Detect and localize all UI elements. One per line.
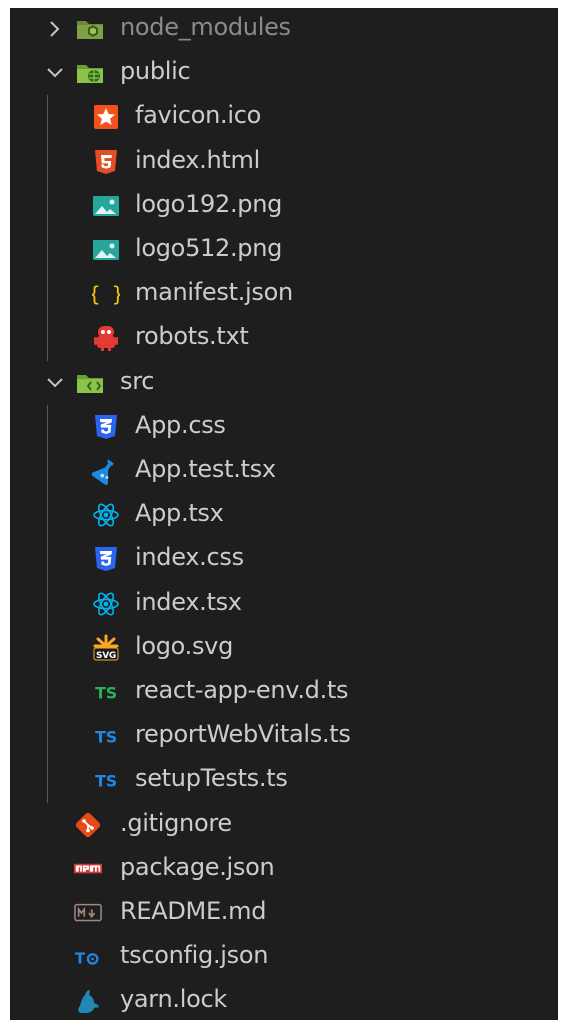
robot-icon — [92, 324, 120, 352]
file-row-index-html[interactable]: index.html — [10, 140, 558, 184]
typescript-icon: TS — [92, 766, 120, 794]
file-row-package-json[interactable]: package.json — [10, 847, 558, 891]
image-icon — [92, 236, 120, 264]
file-row-yarn-lock[interactable]: yarn.lock — [10, 979, 558, 1020]
chevron-down-icon[interactable] — [44, 372, 66, 394]
chevron-down-icon[interactable] — [44, 62, 66, 84]
file-row-robots-txt[interactable]: robots.txt — [10, 316, 558, 360]
file-row-reportwebvitals-ts[interactable]: TS reportWebVitals.ts — [10, 714, 558, 758]
svg-text:T: T — [75, 950, 86, 968]
favicon-icon — [92, 103, 120, 131]
yarn-icon — [74, 987, 102, 1015]
git-icon — [74, 811, 102, 839]
file-name: react-app-env.d.ts — [135, 676, 349, 704]
css3-icon — [92, 545, 120, 573]
folder-name: node_modules — [120, 13, 291, 41]
file-name: reportWebVitals.ts — [135, 720, 351, 749]
file-row-logo192-png[interactable]: logo192.png — [10, 184, 558, 228]
file-row-manifest-json[interactable]: { } manifest.json — [10, 272, 558, 316]
image-icon — [92, 192, 120, 220]
folder-public-icon — [76, 59, 104, 87]
file-name: App.test.tsx — [135, 455, 276, 483]
file-row-favicon-ico[interactable]: favicon.ico — [10, 95, 558, 139]
file-name: logo192.png — [135, 189, 283, 218]
file-row-readme-md[interactable]: README.md — [10, 891, 558, 935]
file-row-react-app-env-d-ts[interactable]: TS react-app-env.d.ts — [10, 670, 558, 714]
file-name: App.tsx — [135, 499, 224, 528]
file-name: index.css — [135, 543, 244, 572]
file-name: .gitignore — [120, 808, 232, 837]
file-name: favicon.ico — [135, 101, 261, 130]
file-name: manifest.json — [135, 278, 293, 307]
folder-row-public[interactable]: public — [10, 51, 558, 95]
file-row-index-css[interactable]: index.css — [10, 537, 558, 581]
file-name: tsconfig.json — [120, 941, 269, 970]
file-name: logo512.png — [135, 234, 283, 262]
file-name: App.css — [135, 410, 226, 439]
folder-name: src — [120, 366, 155, 395]
svg-text:TS: TS — [95, 684, 117, 703]
file-row-index-tsx[interactable]: index.tsx — [10, 582, 558, 626]
file-row--gitignore[interactable]: .gitignore — [10, 803, 558, 847]
svg-text:TS: TS — [95, 772, 117, 791]
folder-node-icon — [76, 15, 104, 43]
file-row-setuptests-ts[interactable]: TS setupTests.ts — [10, 758, 558, 802]
file-row-logo-svg[interactable]: SVG logo.svg — [10, 626, 558, 670]
file-row-app-css[interactable]: App.css — [10, 405, 558, 449]
json-braces-icon: { } — [92, 280, 120, 308]
file-name: index.tsx — [135, 587, 242, 616]
file-name: package.json — [120, 852, 275, 881]
chevron-right-icon[interactable] — [44, 18, 66, 40]
file-name: robots.txt — [135, 322, 249, 351]
tsconfig-icon: T — [74, 943, 102, 971]
markdown-icon — [74, 899, 102, 927]
folder-name: public — [120, 57, 191, 86]
ts-definition-icon: TS — [92, 678, 120, 706]
file-explorer: node_modules public favicon.ico index.ht… — [10, 8, 558, 1020]
svg-icon: SVG — [92, 634, 120, 662]
file-row-logo512-png[interactable]: logo512.png — [10, 228, 558, 272]
react-icon — [92, 590, 120, 618]
folder-row-src[interactable]: src — [10, 361, 558, 405]
folder-row-node-modules[interactable]: node_modules — [10, 8, 558, 51]
react-icon — [92, 501, 120, 529]
file-name: yarn.lock — [120, 985, 227, 1014]
file-name: logo.svg — [135, 631, 234, 660]
file-row-app-tsx[interactable]: App.tsx — [10, 493, 558, 537]
svg-text:SVG: SVG — [96, 651, 116, 661]
typescript-icon: TS — [92, 722, 120, 750]
svg-text:{ }: { } — [92, 282, 120, 306]
folder-src-icon — [76, 369, 104, 397]
indent-guide — [47, 95, 48, 361]
svg-text:TS: TS — [95, 728, 117, 747]
file-name: setupTests.ts — [135, 764, 288, 793]
indent-guide — [47, 404, 48, 803]
file-name: README.md — [120, 897, 267, 925]
css3-icon — [92, 413, 120, 441]
file-row-tsconfig-json[interactable]: T tsconfig.json — [10, 935, 558, 979]
npm-icon — [74, 855, 102, 883]
file-row-app-test-tsx[interactable]: App.test.tsx — [10, 449, 558, 493]
html5-icon — [92, 148, 120, 176]
test-flask-icon — [92, 457, 120, 485]
file-name: index.html — [135, 145, 260, 174]
